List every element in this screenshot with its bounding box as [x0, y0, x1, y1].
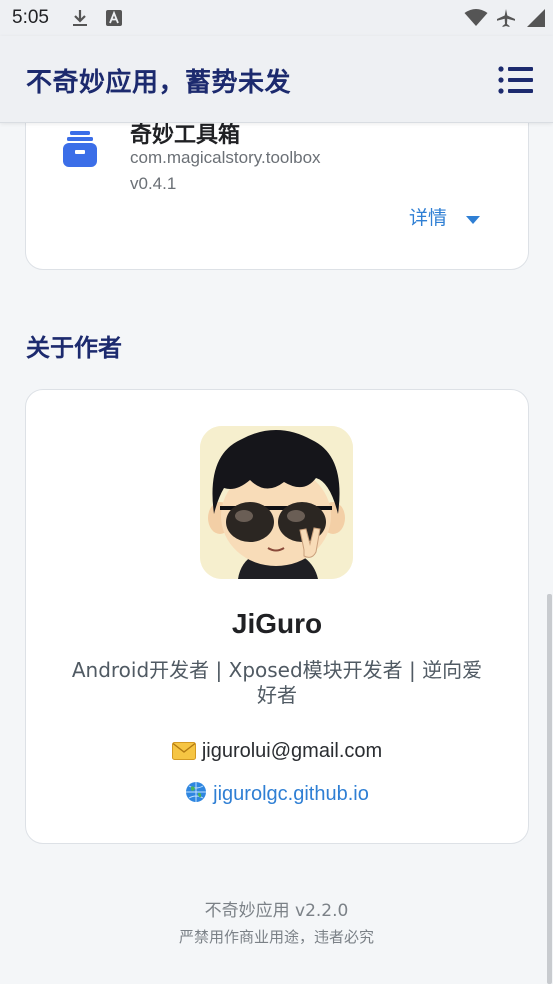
app-title: 不奇妙应用，蓄势未发 [26, 68, 292, 98]
footer-version: 不奇妙应用 v2.2.0 [204, 901, 349, 921]
email-text: jigurolui@gmail.com [201, 740, 383, 762]
details-button[interactable]: 详情 [409, 203, 489, 233]
app-package: com.magicalstory.toolbox [130, 148, 321, 167]
scrollbar[interactable] [547, 594, 552, 984]
app-name: 奇妙工具箱 [130, 123, 241, 148]
author-card: JiGuro Android开发者 | Xposed模块开发者 | 逆向爱好者 … [25, 389, 529, 844]
author-name: JiGuro [231, 608, 323, 639]
status-bar: 5:05 [0, 0, 553, 36]
envelope-icon [171, 742, 196, 760]
wifi-icon [464, 9, 488, 26]
website-link[interactable]: jigurolgc.github.io [26, 781, 528, 806]
footer-notice: 严禁用作商业用途，违者必究 [178, 928, 374, 946]
signal-icon [527, 9, 545, 27]
toolbox-icon [63, 131, 97, 167]
status-time: 5:05 [12, 7, 49, 28]
details-label: 详情 [409, 207, 448, 229]
email-row[interactable]: jigurolui@gmail.com [26, 740, 528, 763]
app-bar: 不奇妙应用，蓄势未发 [0, 36, 553, 123]
content-scroll[interactable]: 奇妙工具箱 com.magicalstory.toolbox v0.4.1 详情… [0, 122, 553, 984]
author-avatar [200, 426, 353, 579]
app-card[interactable]: 奇妙工具箱 com.magicalstory.toolbox v0.4.1 详情 [25, 122, 529, 270]
chevron-down-icon [466, 216, 480, 224]
list-menu-icon[interactable] [497, 64, 535, 96]
section-title-about: 关于作者 [26, 334, 122, 362]
website-text: jigurolgc.github.io [213, 783, 369, 805]
download-icon [73, 10, 87, 26]
author-bio: Android开发者 | Xposed模块开发者 | 逆向爱好者 [71, 658, 483, 707]
airplane-icon [497, 9, 515, 27]
app-version: v0.4.1 [130, 174, 177, 193]
globe-icon [186, 782, 207, 802]
text-a-icon [106, 10, 122, 26]
